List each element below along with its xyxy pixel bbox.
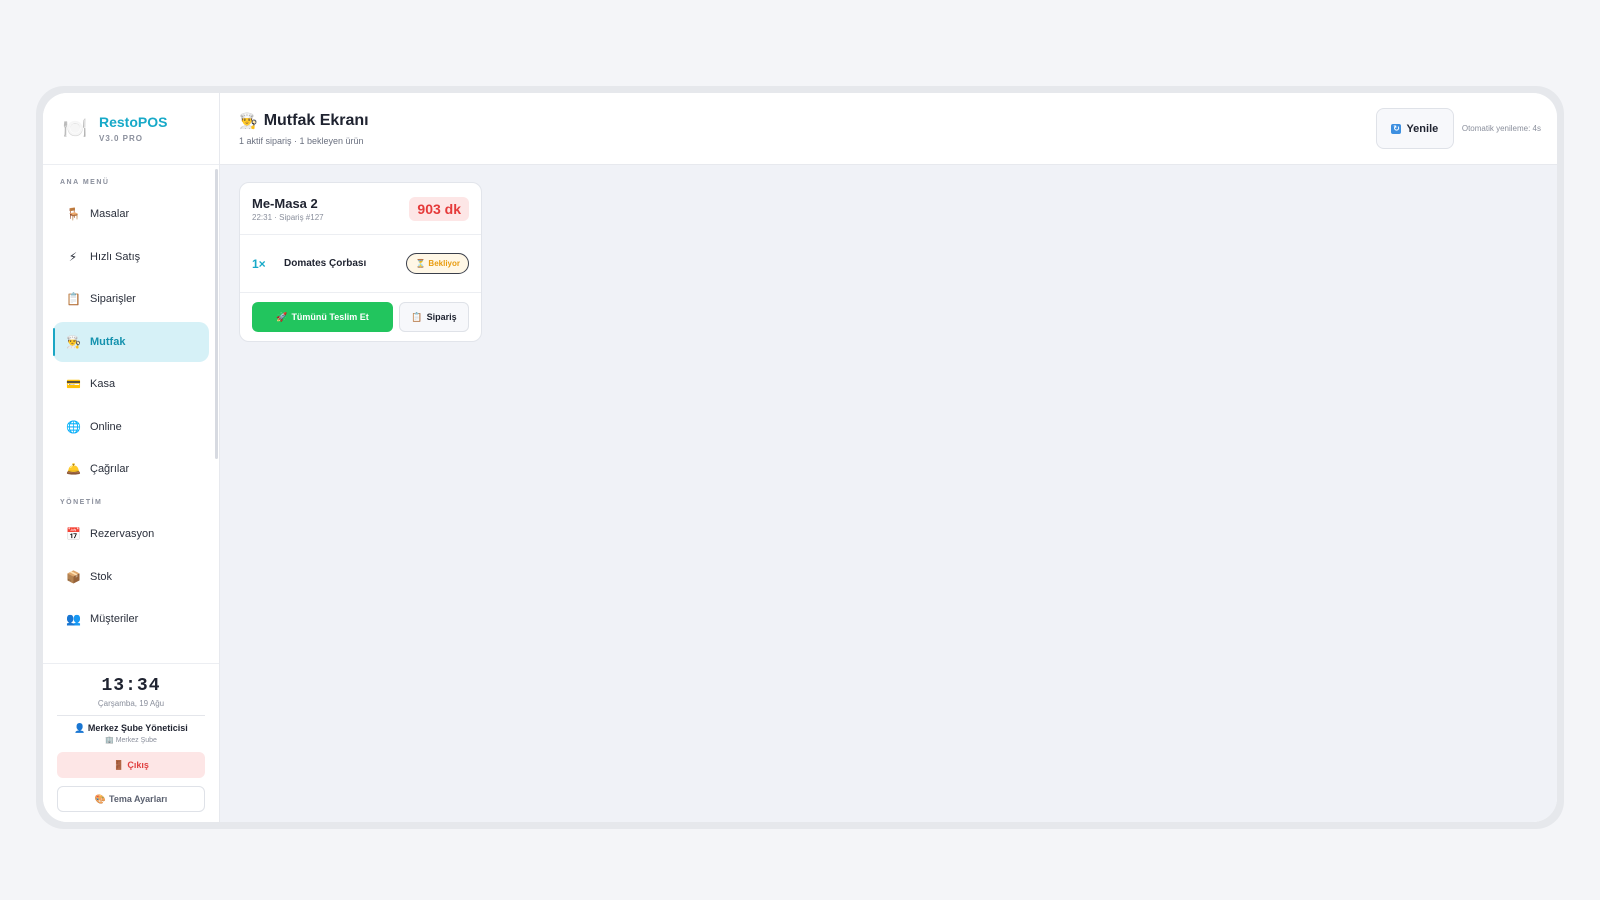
rocket-icon: 🚀 — [276, 311, 288, 322]
sidebar-item-hizli-satis[interactable]: ⚡ Hızlı Satış — [53, 237, 209, 277]
main-area: 👨‍🍳 Mutfak Ekranı 1 aktif sipariş · 1 be… — [220, 93, 1557, 822]
sidebar-item-cagrilar[interactable]: 🛎️ Çağrılar — [53, 449, 209, 489]
table-name: Me-Masa 2 — [252, 195, 318, 211]
theme-settings-label: Tema Ayarları — [109, 794, 168, 804]
section-label-main: ANA MENÜ — [60, 179, 110, 186]
page-subtitle: 1 aktif sipariş · 1 bekleyen ürün — [239, 135, 364, 146]
sidebar-nav[interactable]: ANA MENÜ 🪑 Masalar ⚡ Hızlı Satış 📋 Sipar… — [43, 165, 219, 663]
auto-refresh-status: Otomatik yenileme: 4s — [1461, 124, 1541, 133]
refresh-label: Yenile — [1406, 122, 1439, 135]
order-meta: 22:31 · Sipariş #127 — [252, 212, 324, 222]
date: Çarşamba, 19 Ağu — [97, 699, 165, 708]
clock: 13:34 — [101, 676, 161, 696]
bell-icon: 🛎️ — [66, 462, 81, 476]
chef-icon: 👨‍🍳 — [239, 112, 258, 130]
sidebar-item-rezervasyon[interactable]: 📅 Rezervasyon — [53, 514, 209, 554]
calendar-icon: 📅 — [66, 527, 81, 541]
sidebar-footer: 13:34 Çarşamba, 19 Ağu 👤 Merkez Şube Yön… — [43, 663, 219, 822]
item-quantity: 1× — [252, 256, 266, 271]
box-icon: 📦 — [66, 569, 81, 584]
sidebar-item-mutfak[interactable]: 👨‍🍳 Mutfak — [53, 321, 209, 362]
branch: 🏢 Merkez Şube — [105, 736, 157, 744]
item-name: Domates Çorbası — [284, 258, 367, 269]
sidebar-scrollbar[interactable] — [215, 169, 218, 459]
chef-icon: 👨‍🍳 — [66, 334, 81, 349]
section-label-management: YÖNETİM — [60, 499, 103, 506]
sidebar-item-masalar[interactable]: 🪑 Masalar — [53, 194, 209, 234]
hourglass-icon: ⏳ — [415, 259, 426, 268]
elapsed-time-badge: 903 dk — [409, 196, 469, 221]
lightning-icon: ⚡ — [68, 249, 78, 264]
sidebar-item-label: Kasa — [90, 378, 116, 390]
logout-button[interactable]: 🚪 Çıkış — [57, 752, 205, 778]
order-card-actions: 🚀 Tümünü Teslim Et 📋 Sipariş — [240, 293, 481, 341]
page-title: Mutfak Ekranı — [263, 111, 369, 129]
door-icon: 🚪 — [113, 759, 125, 770]
deliver-all-button[interactable]: 🚀 Tümünü Teslim Et — [252, 302, 393, 332]
user-name-text: Merkez Şube Yöneticisi — [87, 723, 188, 733]
users-icon: 👥 — [66, 612, 81, 626]
sidebar-item-label: Siparişler — [90, 293, 136, 305]
order-details-label: Sipariş — [426, 312, 457, 322]
brand-name: RestoPOS — [99, 114, 168, 130]
sidebar-item-label: Masalar — [90, 208, 130, 220]
sidebar-item-label: Müşteriler — [90, 613, 139, 625]
deliver-all-label: Tümünü Teslim Et — [291, 312, 369, 322]
sidebar-item-label: Hızlı Satış — [90, 250, 141, 263]
credit-card-icon: 💳 — [66, 377, 81, 391]
order-card: Me-Masa 2 22:31 · Sipariş #127 903 dk 1×… — [239, 182, 482, 342]
building-icon: 🏢 — [105, 737, 114, 744]
footer-divider — [57, 715, 205, 716]
sidebar-item-musteriler[interactable]: 👥 Müşteriler — [53, 599, 209, 639]
sidebar: 🍽️ RestoPOS V3.0 PRO ANA MENÜ 🪑 Masalar … — [43, 93, 220, 822]
theme-settings-button[interactable]: 🎨 Tema Ayarları — [57, 786, 205, 812]
app-window: 🍽️ RestoPOS V3.0 PRO ANA MENÜ 🪑 Masalar … — [43, 93, 1557, 822]
order-item-row: 1× Domates Çorbası ⏳ Bekliyor — [240, 235, 481, 293]
item-status-button[interactable]: ⏳ Bekliyor — [406, 253, 469, 274]
sidebar-item-siparisler[interactable]: 📋 Siparişler — [53, 279, 209, 319]
sidebar-item-label: Rezervasyon — [90, 528, 155, 540]
sidebar-item-label: Stok — [90, 570, 113, 583]
sidebar-item-kasa[interactable]: 💳 Kasa — [53, 364, 209, 404]
order-card-header: Me-Masa 2 22:31 · Sipariş #127 903 dk — [240, 183, 481, 235]
sidebar-item-stok[interactable]: 📦 Stok — [53, 557, 209, 597]
clipboard-icon: 📋 — [411, 311, 423, 322]
refresh-icon: ↻ — [1391, 123, 1402, 134]
logout-label: Çıkış — [127, 760, 149, 770]
order-details-button[interactable]: 📋 Sipariş — [399, 302, 469, 332]
palette-icon: 🎨 — [94, 793, 106, 804]
sidebar-item-label: Mutfak — [90, 335, 126, 348]
sidebar-item-online[interactable]: 🌐 Online — [53, 407, 209, 447]
sidebar-item-label: Online — [90, 420, 122, 433]
branch-text: Merkez Şube — [115, 737, 157, 744]
refresh-button[interactable]: ↻ Yenile — [1375, 108, 1454, 149]
user-name: 👤 Merkez Şube Yöneticisi — [74, 723, 188, 734]
globe-icon: 🌐 — [66, 419, 81, 434]
brand-version: V3.0 PRO — [99, 134, 144, 143]
chair-icon: 🪑 — [66, 207, 81, 221]
plate-icon: 🍽️ — [62, 118, 88, 140]
item-status-label: Bekliyor — [428, 259, 460, 268]
clipboard-icon: 📋 — [66, 292, 81, 306]
sidebar-item-label: Çağrılar — [90, 463, 130, 475]
topbar: 👨‍🍳 Mutfak Ekranı 1 aktif sipariş · 1 be… — [220, 93, 1557, 165]
user-icon: 👤 — [74, 723, 86, 733]
kitchen-orders: Me-Masa 2 22:31 · Sipariş #127 903 dk 1×… — [220, 165, 1557, 822]
brand: 🍽️ RestoPOS V3.0 PRO — [43, 93, 219, 165]
